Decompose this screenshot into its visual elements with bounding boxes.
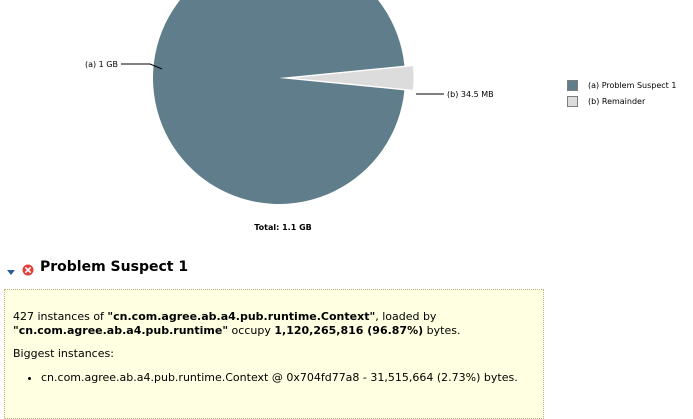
instance-count-text: 427 instances of bbox=[13, 310, 108, 323]
pie-chart: (a) 1 GB (b) 34.5 MB bbox=[85, 0, 494, 204]
pie-chart-area: (a) 1 GB (b) 34.5 MB (a) Problem Suspect … bbox=[0, 0, 693, 240]
legend-swatch-a bbox=[567, 79, 578, 91]
suspect-description: 427 instances of "cn.com.agree.ab.a4.pub… bbox=[13, 310, 535, 338]
legend-label-b: (b) Remainder bbox=[588, 96, 646, 106]
chart-total-label: Total: 1.1 GB bbox=[254, 223, 312, 232]
occupy-text: occupy bbox=[228, 324, 275, 337]
error-icon bbox=[22, 261, 34, 276]
problem-suspect-header[interactable]: Problem Suspect 1 bbox=[6, 259, 189, 276]
legend-swatch-b bbox=[567, 95, 578, 107]
pie-slice-a bbox=[153, 0, 405, 204]
legend-label-a: (a) Problem Suspect 1 bbox=[588, 80, 677, 90]
list-item: cn.com.agree.ab.a4.pub.runtime.Context @… bbox=[41, 371, 535, 385]
legend-item-b: (b) Remainder bbox=[567, 93, 676, 109]
loader-name: "cn.com.agree.ab.a4.pub.runtime" bbox=[13, 324, 229, 337]
class-name: "cn.com.agree.ab.a4.pub.runtime.Context" bbox=[107, 310, 376, 323]
chart-legend: (a) Problem Suspect 1 (b) Remainder bbox=[567, 77, 676, 109]
biggest-instances-list: cn.com.agree.ab.a4.pub.runtime.Context @… bbox=[13, 371, 535, 385]
suspect-description-box: 427 instances of "cn.com.agree.ab.a4.pub… bbox=[4, 289, 544, 419]
bytes-suffix: bytes. bbox=[423, 324, 461, 337]
legend-item-a: (a) Problem Suspect 1 bbox=[567, 77, 676, 93]
biggest-instances-label: Biggest instances: bbox=[13, 347, 114, 360]
section-title: Problem Suspect 1 bbox=[40, 259, 189, 275]
bytes-value: 1,120,265,816 (96.87%) bbox=[274, 324, 424, 337]
chevron-down-icon[interactable] bbox=[6, 262, 16, 275]
loaded-by-text: , loaded by bbox=[375, 310, 437, 323]
slice-label-a: (a) 1 GB bbox=[85, 60, 118, 69]
slice-label-b: (b) 34.5 MB bbox=[447, 90, 494, 99]
